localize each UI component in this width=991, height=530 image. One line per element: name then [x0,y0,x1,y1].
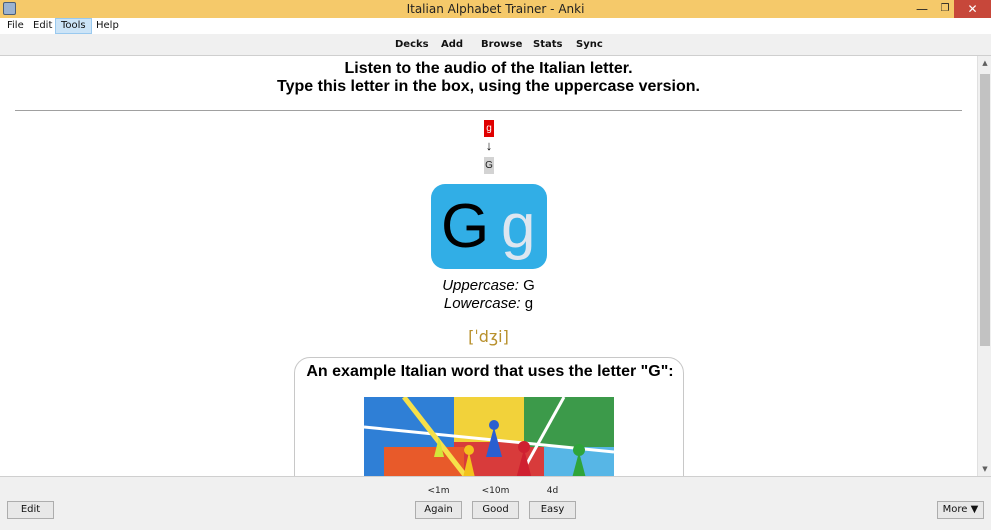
toolbar-browse-link[interactable]: Browse [481,39,522,50]
letter-image: G g [431,184,547,269]
example-title: An example Italian word that uses the le… [306,363,674,380]
lowercase-value: g [524,295,534,312]
example-word-box: An example Italian word that uses the le… [294,357,684,476]
menu-file[interactable]: File [2,18,29,34]
menu-help[interactable]: Help [91,18,124,34]
down-arrow-icon: ↓ [485,138,493,153]
window-title: Italian Alphabet Trainer - Anki [406,2,585,16]
vertical-scrollbar[interactable]: ▲ ▼ [977,56,991,476]
letter-lower-glyph: g [501,192,536,261]
menu-bar: File Edit Tools Help [0,18,991,34]
toolbar-decks-link[interactable]: Decks [395,39,429,50]
instruction-line-1: Listen to the audio of the Italian lette… [344,60,633,77]
menu-tools[interactable]: Tools [55,18,92,34]
lowercase-label: Lowercase: [443,295,521,312]
main-toolbar: Decks Add Browse Stats Sync [0,34,991,56]
good-interval: <10m [481,486,510,496]
uppercase-label: Uppercase: [442,277,519,294]
close-button[interactable]: ✕ [954,0,991,18]
card-divider [15,110,962,111]
toolbar-stats-link[interactable]: Stats [533,39,562,50]
scroll-down-arrow-icon[interactable]: ▼ [978,462,991,476]
restore-button[interactable]: ❐ [936,0,954,18]
example-board-game-image [364,397,614,476]
good-button[interactable]: Good [472,501,519,519]
uppercase-line: Uppercase: G [0,277,977,294]
easy-button[interactable]: Easy [529,501,576,519]
card-view: Listen to the audio of the Italian lette… [0,56,977,476]
instruction-line-2: Type this letter in the box, using the u… [277,78,700,95]
scroll-up-arrow-icon[interactable]: ▲ [978,56,991,70]
letter-upper-glyph: G [441,192,490,261]
title-bar: Italian Alphabet Trainer - Anki — ❐ ✕ [0,0,991,18]
minimize-button[interactable]: — [908,0,936,18]
typed-answer-wrong: g [484,120,494,137]
toolbar-add-link[interactable]: Add [441,39,463,50]
toolbar-sync-link[interactable]: Sync [576,39,603,50]
more-button[interactable]: More ▼ [937,501,984,519]
lowercase-line: Lowercase: g [0,295,977,312]
menu-edit[interactable]: Edit [28,18,57,34]
again-button[interactable]: Again [415,501,462,519]
answer-bar: Edit <1m <10m 4d Again Good Easy More ▼ [0,476,991,530]
scroll-thumb[interactable] [980,74,990,346]
easy-interval: 4d [546,486,559,496]
again-interval: <1m [427,486,450,496]
correct-answer: G [484,157,494,174]
edit-button[interactable]: Edit [7,501,54,519]
uppercase-value: G [523,277,535,294]
pronunciation-ipa: [ˈdʒi] [468,327,509,346]
